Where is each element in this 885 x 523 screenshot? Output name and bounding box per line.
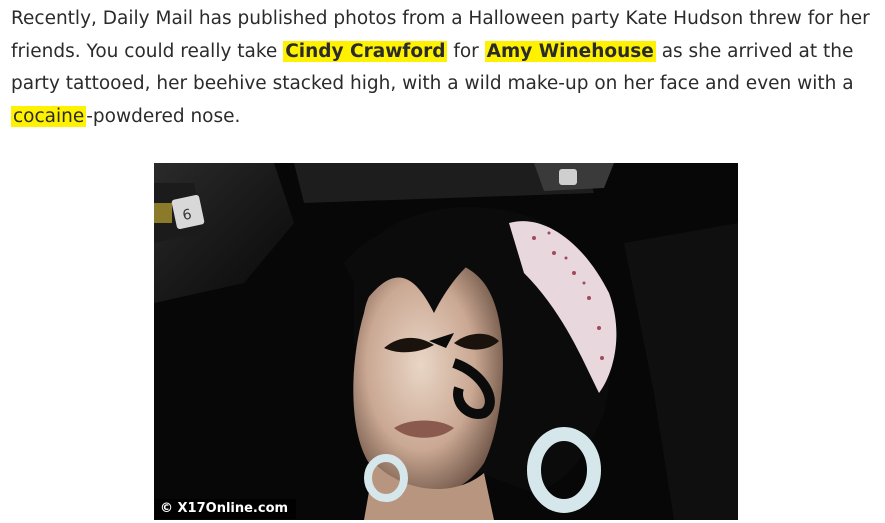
photo-illustration: 6 [154,163,738,520]
text-segment: -powdered nose. [86,105,241,127]
highlight-cocaine[interactable]: cocaine [11,105,87,127]
article-paragraph: Recently, Daily Mail has published photo… [11,3,879,133]
article-photo: 6 © X17Online.com [154,163,738,520]
highlight-cindy-crawford[interactable]: Cindy Crawford [283,40,448,62]
highlight-amy-winehouse[interactable]: Amy Winehouse [484,40,656,62]
photo-watermark: © X17Online.com [155,499,297,519]
text-segment: for [447,40,485,62]
